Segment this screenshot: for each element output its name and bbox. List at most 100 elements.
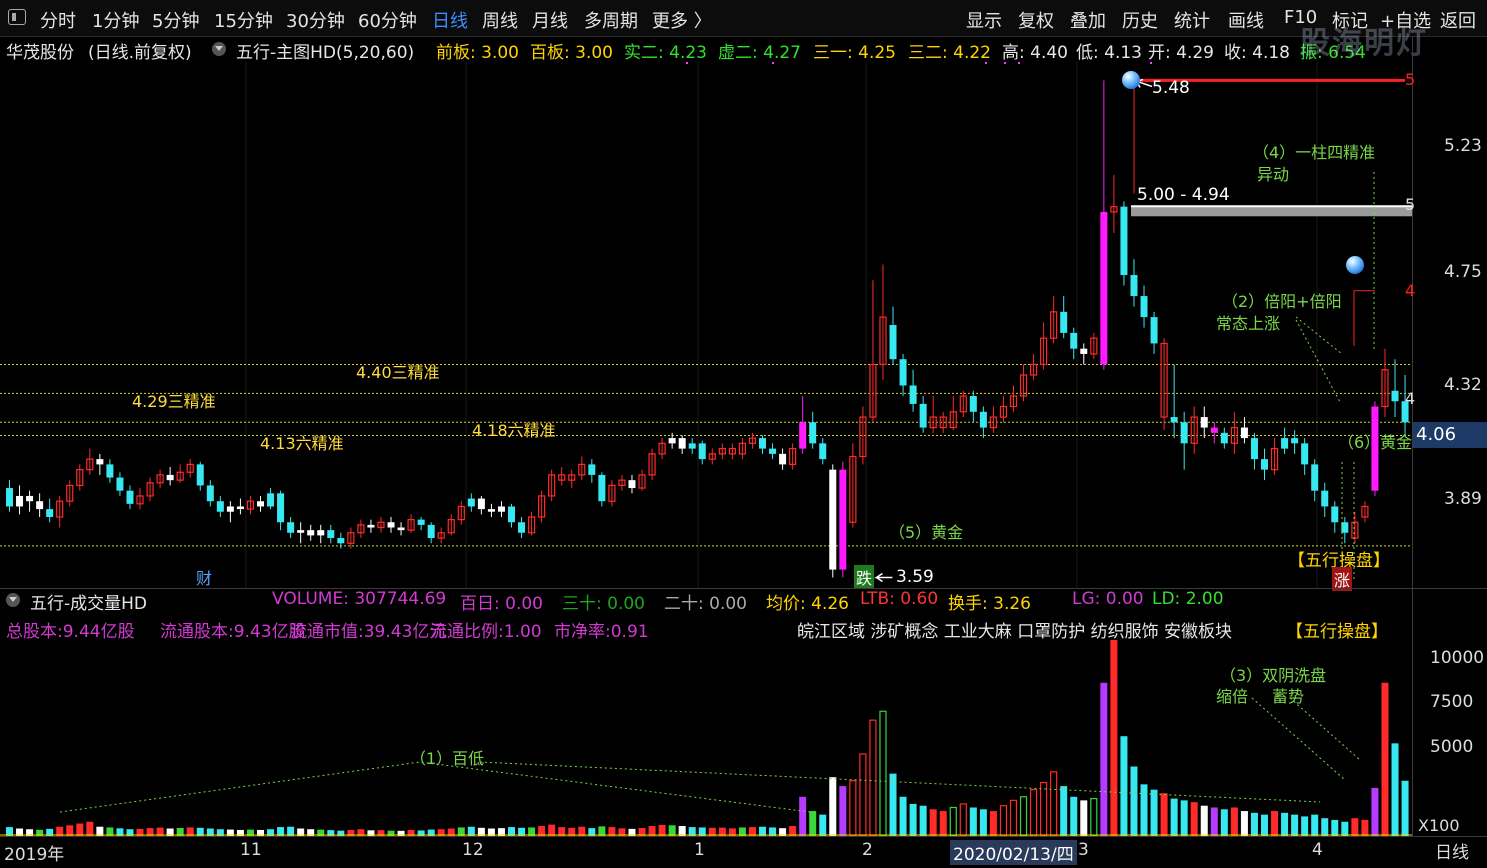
candle[interactable] — [216, 495, 224, 517]
candle[interactable] — [337, 532, 345, 549]
candle[interactable] — [979, 406, 987, 439]
candle[interactable] — [558, 467, 566, 486]
candle[interactable] — [698, 440, 706, 465]
price-chart[interactable] — [0, 62, 1412, 588]
candle[interactable] — [1040, 322, 1048, 370]
candle[interactable] — [116, 472, 124, 496]
candle[interactable] — [959, 390, 967, 418]
candle[interactable] — [568, 469, 576, 489]
candle[interactable] — [688, 438, 696, 454]
candle[interactable] — [357, 519, 365, 539]
candle[interactable] — [277, 490, 285, 531]
tab-period[interactable]: 日线 — [432, 7, 468, 33]
candle[interactable] — [1321, 482, 1329, 517]
candle[interactable] — [106, 459, 114, 483]
candle[interactable] — [527, 511, 536, 536]
candle[interactable] — [1120, 201, 1128, 286]
candle[interactable] — [1050, 296, 1058, 344]
candle[interactable] — [658, 438, 666, 460]
tool-2[interactable]: 叠加 — [1070, 7, 1106, 33]
candle[interactable] — [66, 480, 74, 507]
candle[interactable] — [1070, 327, 1078, 360]
candle[interactable] — [1301, 438, 1309, 475]
candle[interactable] — [457, 501, 465, 525]
candle[interactable] — [76, 464, 84, 491]
candle[interactable] — [1130, 259, 1138, 307]
candle[interactable] — [1341, 516, 1349, 544]
sidebar-toggle-icon[interactable] — [8, 9, 26, 25]
candle[interactable] — [327, 524, 335, 544]
tab-period[interactable]: 周线 — [482, 7, 518, 33]
candle[interactable] — [166, 467, 174, 486]
candle[interactable] — [508, 503, 515, 528]
candle[interactable] — [447, 514, 455, 536]
candle[interactable] — [297, 522, 305, 544]
tool-5[interactable]: 画线 — [1228, 7, 1264, 33]
candle[interactable] — [146, 477, 154, 502]
volume-indicator-name[interactable]: 五行-成交量HD — [30, 589, 147, 614]
candle[interactable] — [929, 396, 937, 433]
candle[interactable] — [1270, 438, 1279, 475]
candle[interactable] — [1230, 411, 1238, 454]
candle[interactable] — [748, 432, 757, 449]
indicator-dropdown-icon[interactable] — [212, 42, 226, 56]
candle[interactable] — [1220, 427, 1228, 449]
candle[interactable] — [628, 474, 636, 494]
candle[interactable] — [1331, 501, 1339, 533]
candle[interactable] — [578, 456, 586, 481]
candle[interactable] — [156, 469, 164, 489]
tool-1[interactable]: 复权 — [1018, 7, 1054, 33]
candle[interactable] — [538, 490, 546, 523]
candle[interactable] — [487, 503, 495, 517]
candle[interactable] — [598, 472, 606, 507]
candle[interactable] — [26, 490, 34, 512]
candle[interactable] — [1080, 343, 1088, 365]
candle[interactable] — [206, 480, 214, 507]
candle[interactable] — [638, 469, 646, 491]
candle[interactable] — [1190, 406, 1198, 454]
candle[interactable] — [287, 516, 295, 539]
candle[interactable] — [829, 464, 837, 578]
candle[interactable] — [1110, 175, 1118, 233]
candle[interactable] — [999, 396, 1008, 423]
candle[interactable] — [1009, 385, 1018, 412]
candle[interactable] — [1090, 332, 1098, 360]
candle[interactable] — [136, 488, 144, 510]
main-indicator-name[interactable]: 五行-主图HD(5,20,60) — [236, 38, 414, 63]
candle[interactable] — [407, 514, 415, 533]
candle[interactable] — [477, 495, 485, 515]
candle[interactable] — [347, 527, 355, 549]
candle[interactable] — [648, 448, 656, 481]
candle[interactable] — [1019, 364, 1028, 402]
candle[interactable] — [176, 464, 184, 483]
volume-indicator-dropdown-icon[interactable] — [6, 593, 20, 607]
candle[interactable] — [186, 459, 194, 478]
candle[interactable] — [86, 448, 94, 475]
tab-period[interactable]: 分时 — [40, 7, 76, 33]
candle[interactable] — [618, 474, 626, 491]
candle[interactable] — [909, 369, 917, 412]
candle[interactable] — [849, 443, 857, 528]
candle[interactable] — [36, 493, 44, 517]
candle[interactable] — [126, 485, 134, 510]
candle[interactable] — [819, 438, 827, 465]
candle[interactable] — [989, 406, 998, 433]
tab-period[interactable]: 5分钟 — [152, 7, 199, 33]
candle[interactable] — [869, 280, 877, 423]
tab-period[interactable]: 更多 〉 — [652, 7, 712, 33]
candle[interactable] — [367, 519, 375, 533]
event-bubble-icon[interactable] — [1346, 256, 1364, 274]
candle[interactable] — [809, 411, 817, 449]
candle[interactable] — [437, 527, 445, 544]
candle[interactable] — [608, 480, 616, 507]
tab-period[interactable]: 多周期 — [584, 7, 638, 33]
candle[interactable] — [949, 396, 957, 431]
candle[interactable] — [1381, 348, 1389, 418]
candle[interactable] — [678, 435, 686, 454]
candle[interactable] — [769, 443, 777, 460]
volume-chart[interactable] — [0, 640, 1412, 836]
candle[interactable] — [1210, 422, 1218, 444]
candle[interactable] — [226, 501, 234, 523]
candle[interactable] — [969, 390, 977, 423]
candle[interactable] — [16, 485, 24, 515]
